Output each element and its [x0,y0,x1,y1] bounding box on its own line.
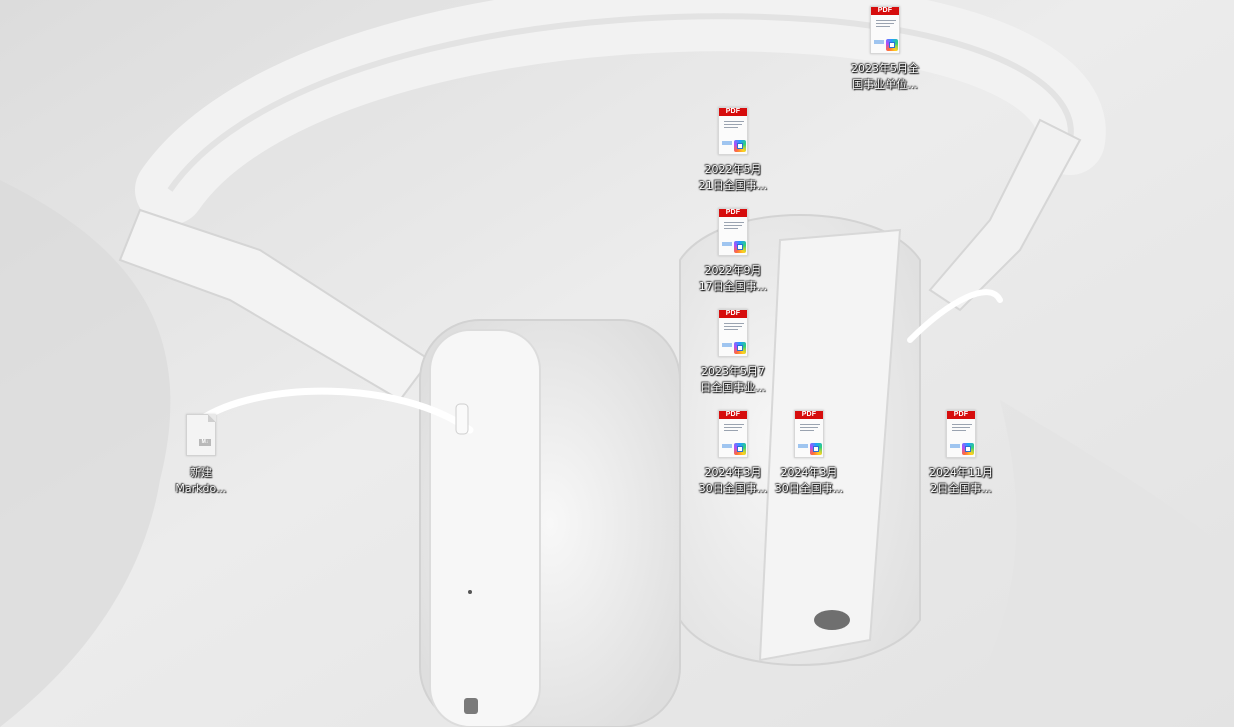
image-app-badge-icon [810,443,822,455]
pdf-tag-label: PDF [719,108,747,116]
desktop-icon-pdf-file[interactable]: PDF 2024年3月 30日全国事... [695,410,771,497]
pdf-tag-label: PDF [719,209,747,217]
pdf-file-icon: PDF [717,309,749,359]
file-name-label: 2024年3月 30日全国事... [698,466,768,495]
pdf-tag-label: PDF [719,310,747,318]
image-app-badge-icon [734,342,746,354]
image-app-badge-icon [962,443,974,455]
image-app-badge-icon [734,443,746,455]
desktop-icon-pdf-file[interactable]: PDF 2022年5月 21日全国事... [695,107,771,194]
file-name-label: 2024年11月 2日全国事... [929,466,993,495]
headphones-wallpaper-image [0,0,1234,727]
markdown-file-icon: M↓ [185,410,217,460]
image-app-badge-icon [734,140,746,152]
desktop-wallpaper [0,0,1234,727]
pdf-tag-label: PDF [795,411,823,419]
file-name-label: 2022年9月 17日全国事... [698,264,768,293]
desktop-icon-pdf-file[interactable]: PDF 2023年5月7 日全国事业... [695,309,771,396]
file-name-label: 2022年5月 21日全国事... [698,163,768,192]
pdf-file-icon: PDF [869,6,901,56]
file-name-label: 2024年3月 30日全国事... [774,466,844,495]
desktop-icon-markdown-file[interactable]: M↓ 新建 Markdo... [163,410,239,497]
pdf-tag-label: PDF [871,7,899,15]
pdf-tag-label: PDF [719,411,747,419]
pdf-file-icon: PDF [793,410,825,460]
pdf-file-icon: PDF [717,410,749,460]
pdf-file-icon: PDF [945,410,977,460]
pdf-file-icon: PDF [717,208,749,258]
image-app-badge-icon [886,39,898,51]
pdf-file-icon: PDF [717,107,749,157]
file-name-label: 2023年5月全 国事业单位... [851,62,919,91]
desktop-icon-pdf-file[interactable]: PDF 2023年5月全 国事业单位... [847,6,923,93]
pdf-tag-label: PDF [947,411,975,419]
desktop-icon-pdf-file[interactable]: PDF 2024年3月 30日全国事... [771,410,847,497]
file-name-label: 2023年5月7 日全国事业... [700,365,766,394]
desktop-icon-pdf-file[interactable]: PDF 2022年9月 17日全国事... [695,208,771,295]
desktop-icon-pdf-file[interactable]: PDF 2024年11月 2日全国事... [923,410,999,497]
image-app-badge-icon [734,241,746,253]
file-name-label: 新建 Markdo... [175,466,227,495]
markdown-mark: M↓ [199,439,211,446]
